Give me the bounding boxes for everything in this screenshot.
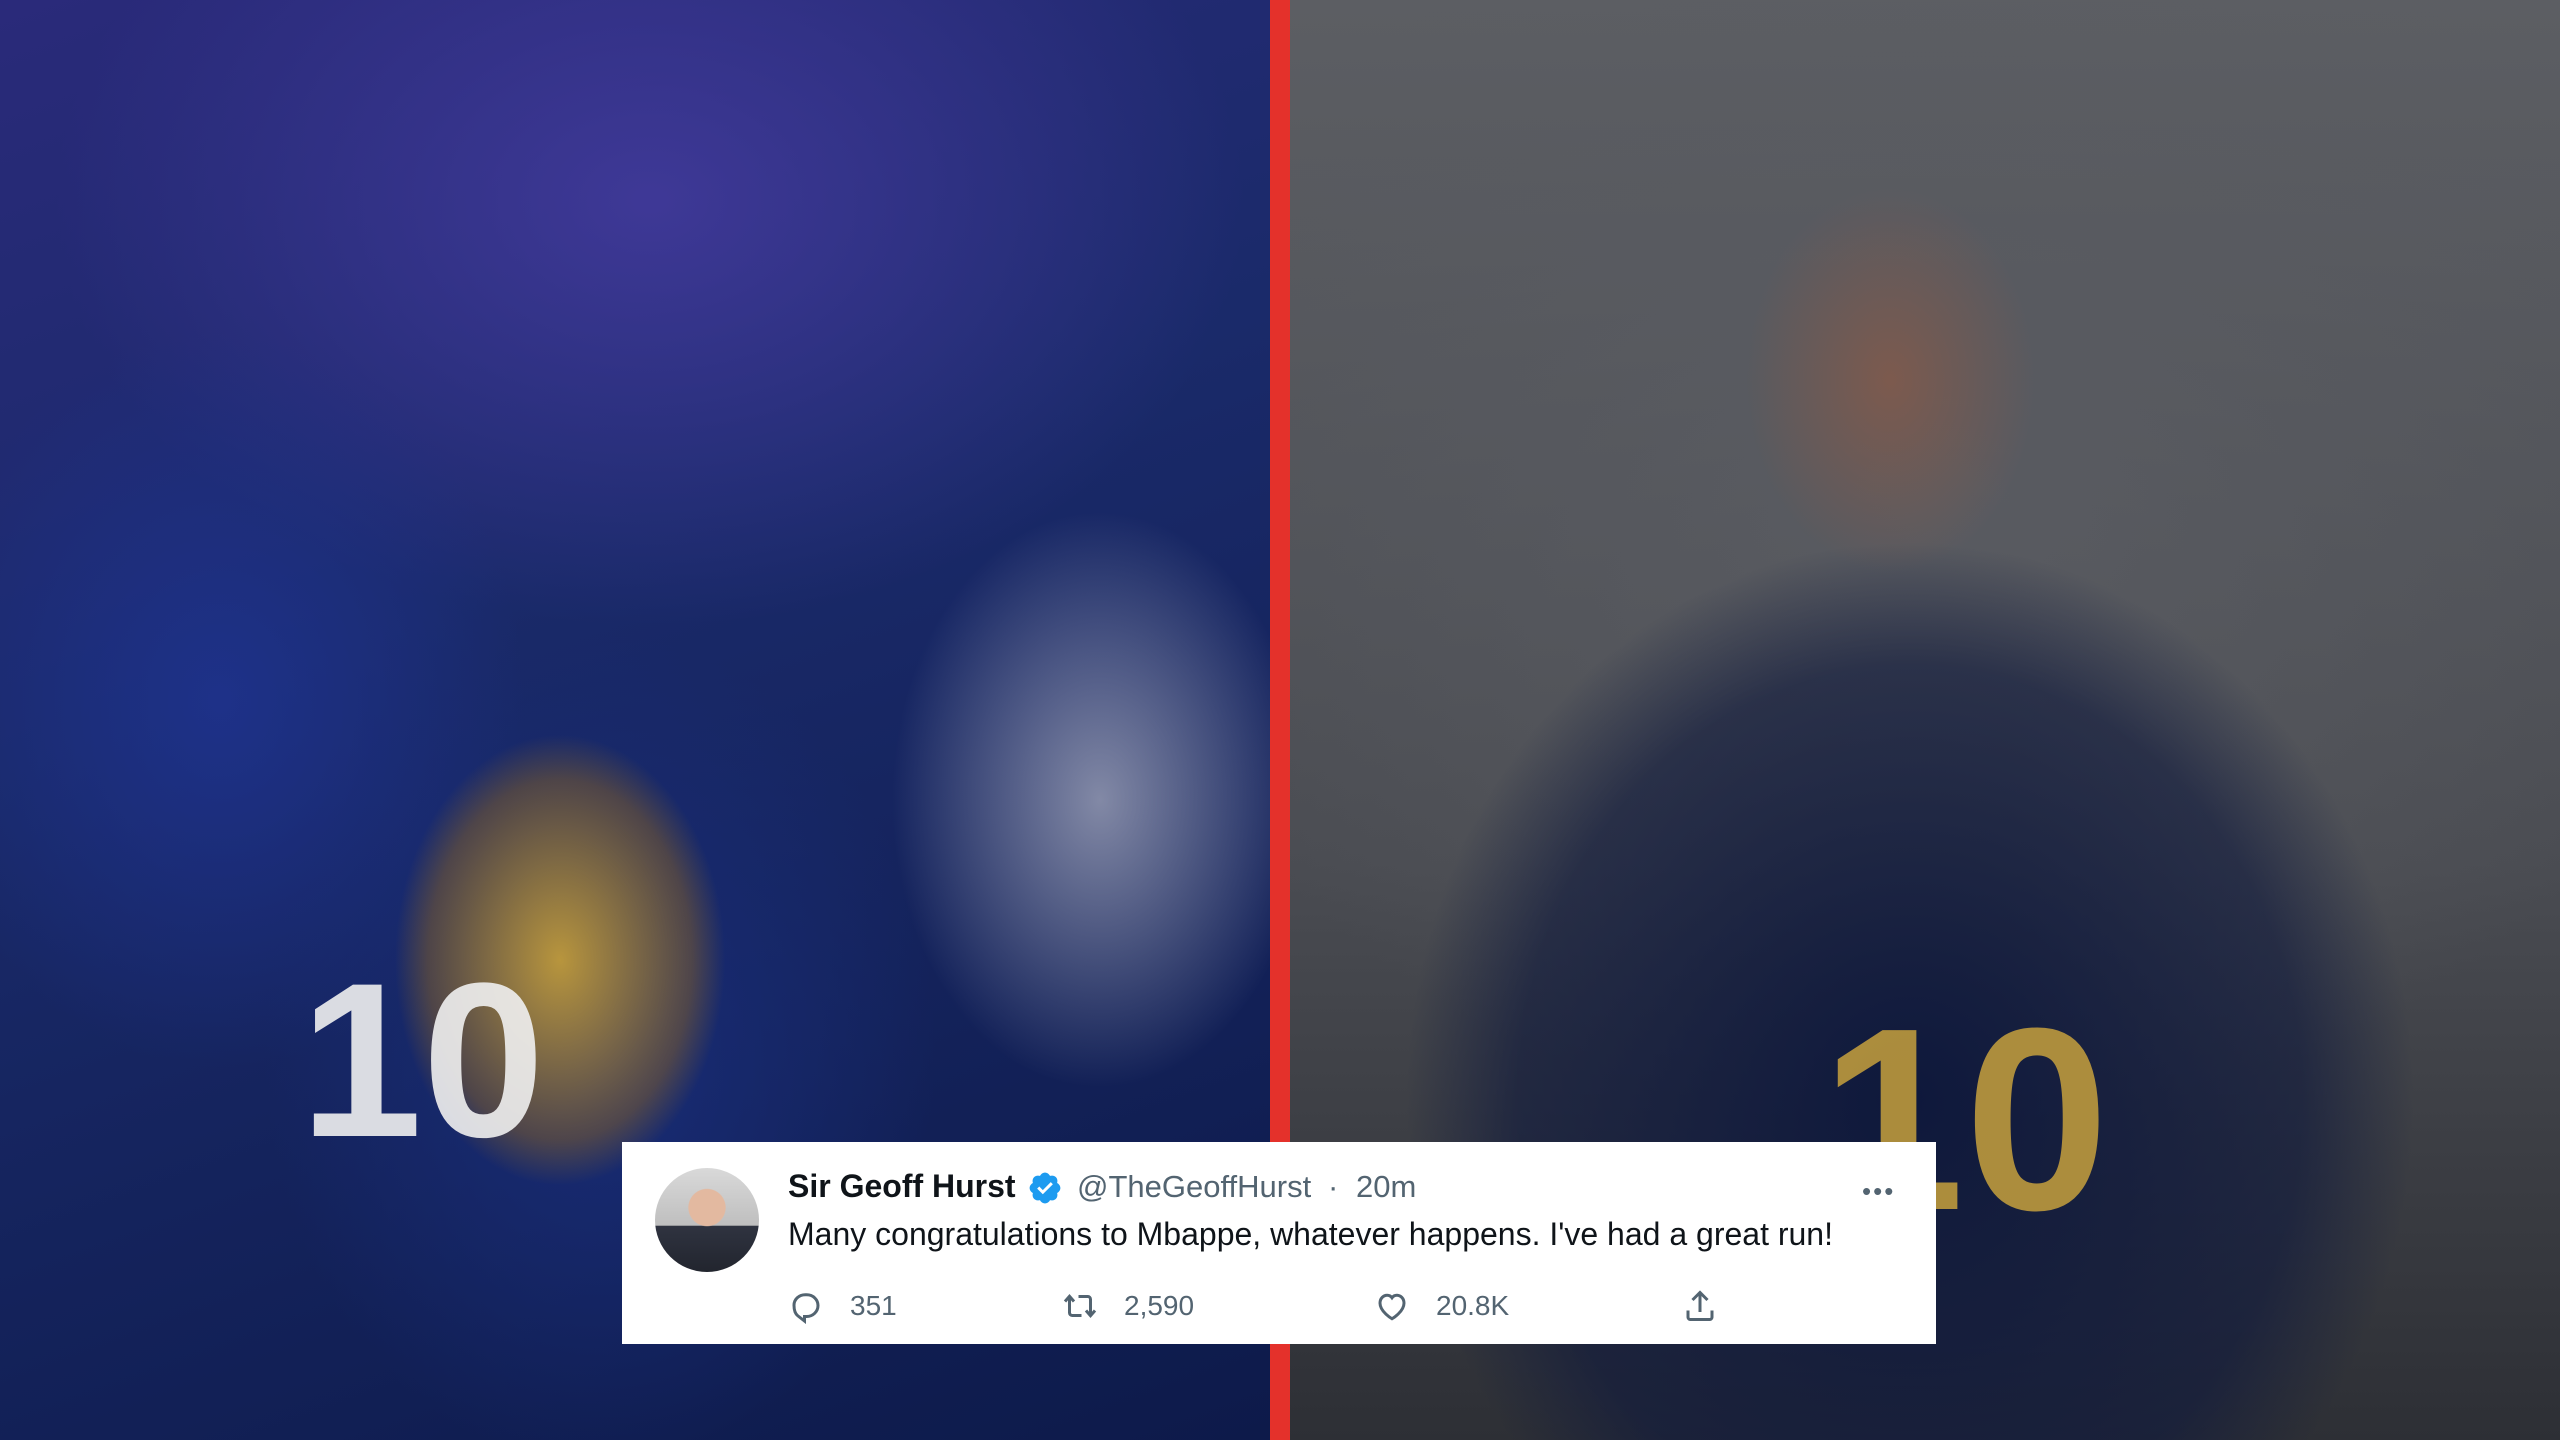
author-name[interactable]: Sir Geoff Hurst — [788, 1168, 1016, 1205]
reply-button[interactable]: 351 — [788, 1286, 897, 1326]
verified-badge-icon — [1029, 1172, 1061, 1204]
post-time[interactable]: 20m — [1356, 1169, 1416, 1205]
avatar[interactable] — [655, 1168, 759, 1272]
like-button[interactable]: 20.8K — [1374, 1286, 1509, 1326]
more-horizontal-icon[interactable]: ••• — [1862, 1178, 1895, 1204]
tweet-card[interactable]: Sir Geoff Hurst @TheGeoffHurst · 20m •••… — [622, 1142, 1936, 1344]
share-icon — [1686, 1290, 1714, 1321]
separator-dot: · — [1328, 1169, 1339, 1204]
reply-icon — [792, 1293, 820, 1324]
author-handle[interactable]: @TheGeoffHurst — [1077, 1169, 1311, 1205]
retweet-count: 2,590 — [1124, 1290, 1195, 1321]
retweet-icon — [1063, 1293, 1097, 1319]
retweet-button[interactable]: 2,590 — [1062, 1286, 1194, 1326]
share-button[interactable] — [1682, 1286, 1744, 1326]
tweet-text: Many congratulations to Mbappe, whatever… — [788, 1216, 1833, 1252]
reply-count: 351 — [850, 1290, 897, 1321]
jersey-number-graphic: 10 — [300, 937, 545, 1183]
like-count: 20.8K — [1436, 1290, 1510, 1321]
heart-icon — [1378, 1293, 1406, 1321]
